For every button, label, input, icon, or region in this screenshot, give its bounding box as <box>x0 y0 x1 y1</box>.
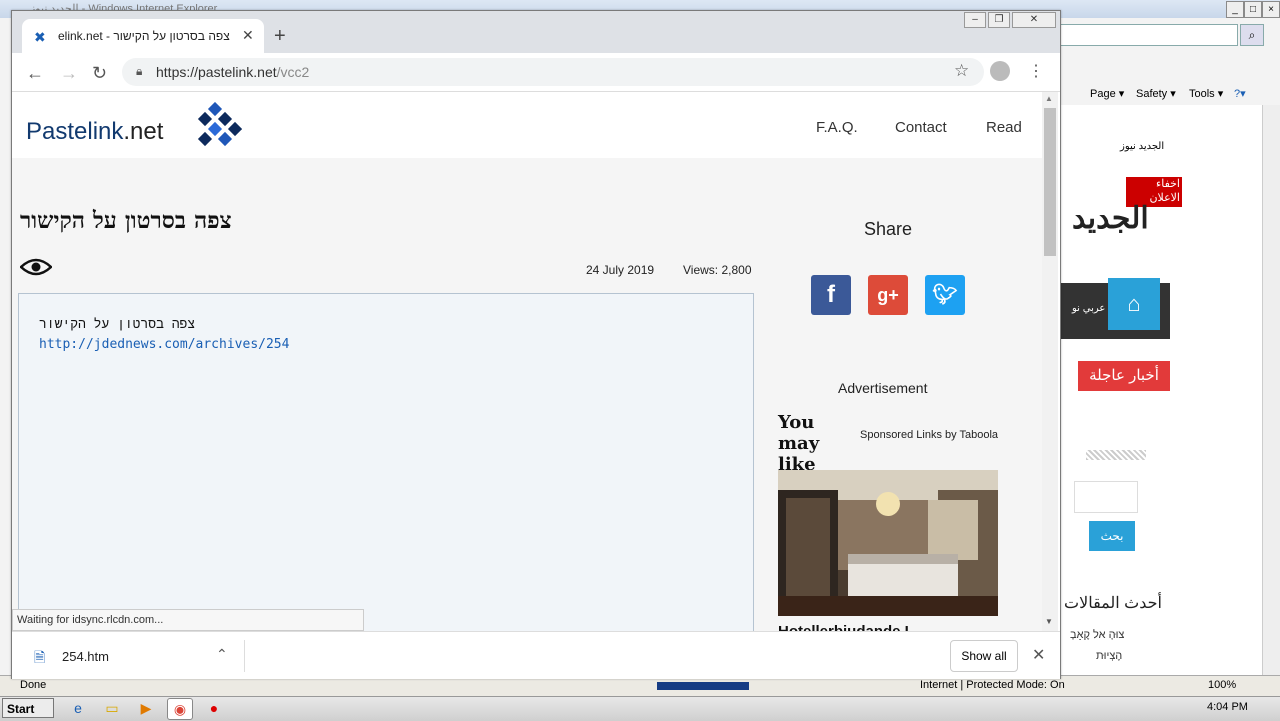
paste-title: צפה בסרטון על הקישור <box>20 207 232 234</box>
ie-article-line[interactable]: צוּהָ אל קֶאָבָ <box>1070 629 1124 641</box>
url-text[interactable]: https://pastelink.net/vcc2 <box>156 64 309 80</box>
url-host: https://pastelink.net <box>156 64 277 80</box>
ie-site-name: الجديد نيوز <box>1120 141 1165 152</box>
ie-search-input[interactable] <box>1060 24 1238 46</box>
ie-maximize-button[interactable]: □ <box>1244 1 1262 18</box>
shelf-divider <box>244 640 245 672</box>
status-bubble: Waiting for idsync.rlcdn.com... <box>12 609 364 631</box>
ie-search-icon[interactable]: ⌕ <box>1240 24 1264 46</box>
ie-command-bar: Page ▾ Safety ▾ Tools ▾ ?▾ <box>1060 84 1280 104</box>
home-icon[interactable]: ⌂ <box>1108 278 1160 330</box>
paste-date: 24 July 2019 <box>586 263 655 277</box>
chrome-toolbar: ← → ↻ 🔒︎ https://pastelink.net/vcc2 ☆ <box>12 53 1060 92</box>
logo-word: Pastelink <box>26 118 124 145</box>
advertisement-label: Advertisement <box>838 380 928 396</box>
warning-taskbar-icon[interactable]: ● <box>202 698 226 718</box>
nav-faq-link[interactable]: F.A.Q. <box>816 119 858 136</box>
tab-title: elink.net - צפה בסרטון על הקישור <box>58 29 230 43</box>
ie-site-search-button[interactable]: بحث <box>1089 521 1135 551</box>
scroll-down-icon[interactable]: ▼ <box>1045 617 1053 626</box>
ie-breaking-news: أخبار عاجلة <box>1078 361 1170 391</box>
chrome-tabstrip: ✖ elink.net - צפה בסרטון על הקישור ✕ + –… <box>12 11 1060 53</box>
lock-icon[interactable]: 🔒︎ <box>136 64 142 79</box>
chrome-window: ✖ elink.net - צפה בסרטון על הקישור ✕ + –… <box>11 10 1061 679</box>
paste-text-line: צפה בסרטון על הקישור <box>39 317 196 332</box>
start-button[interactable]: Start <box>2 698 54 718</box>
logo-tld: .net <box>123 118 164 145</box>
chrome-close-button[interactable]: ✕ <box>1012 12 1056 28</box>
taboola-label[interactable]: Sponsored Links by Taboola <box>860 429 998 441</box>
profile-avatar-icon[interactable] <box>990 61 1010 81</box>
chrome-taskbar-icon[interactable]: ◉ <box>167 698 193 720</box>
close-icon[interactable]: ✕ <box>1032 645 1045 665</box>
media-taskbar-icon[interactable]: ▶ <box>134 698 158 718</box>
facebook-share-icon[interactable]: f <box>811 275 851 315</box>
file-icon: 🗎︎ <box>34 649 46 665</box>
you-may-like-heading: You may like <box>778 412 820 475</box>
download-shelf: 🗎︎ 254.htm ⌃ Show all ✕ <box>12 631 1060 679</box>
new-tab-icon[interactable]: + <box>274 25 286 48</box>
paste-content: צפה בסרטון על הקישור http://jdednews.com… <box>18 293 754 632</box>
tab-pastelink[interactable]: ✖ elink.net - צפה בסרטון על הקישור ✕ <box>22 19 264 53</box>
ad-bedroom-image[interactable] <box>778 470 998 616</box>
chrome-menu-icon[interactable]: ⋮ <box>1028 61 1044 81</box>
paste-link[interactable]: http://jdednews.com/archives/254 <box>39 337 289 352</box>
ie-zone-text: Internet | Protected Mode: On <box>920 679 1065 691</box>
pastelink-logo-icon[interactable] <box>192 102 242 152</box>
ie-zoom[interactable]: 100% <box>1208 679 1236 691</box>
ie-tools-menu[interactable]: Tools ▾ <box>1189 87 1223 100</box>
site-header: Pastelink.net F.A.Q. Contact Read <box>12 92 1042 158</box>
ie-nav-bar: عربي نو ⌂ <box>1060 278 1170 339</box>
ie-safety-menu[interactable]: Safety ▾ <box>1136 87 1176 100</box>
eye-icon <box>20 258 52 276</box>
web-page: Pastelink.net F.A.Q. Contact Read צפה בס… <box>12 92 1042 632</box>
chevron-up-icon[interactable]: ⌃ <box>216 646 228 663</box>
reload-icon[interactable]: ↻ <box>92 63 107 84</box>
bookmark-star-icon[interactable]: ☆ <box>954 61 969 81</box>
forward-icon[interactable]: → <box>60 63 78 84</box>
paste-views: Views: 2,800 <box>683 263 752 277</box>
ie-article-line-2[interactable]: הֶצְיוּת <box>1096 650 1122 662</box>
show-all-button[interactable]: Show all <box>950 640 1018 672</box>
folder-taskbar-icon[interactable]: ▭ <box>100 698 124 718</box>
tab-close-icon[interactable]: ✕ <box>242 27 254 44</box>
google-plus-share-icon[interactable]: g+ <box>868 275 908 315</box>
scroll-up-icon[interactable]: ▲ <box>1045 94 1053 103</box>
ie-status-text: Done <box>20 679 47 691</box>
ie-page-menu[interactable]: Page ▾ <box>1090 87 1124 100</box>
ie-taskbar-icon[interactable]: e <box>66 698 90 718</box>
back-icon[interactable]: ← <box>26 63 44 84</box>
chrome-minimize-button[interactable]: – <box>964 12 986 28</box>
ie-site-search-input[interactable] <box>1074 481 1138 513</box>
chrome-restore-button[interactable]: ❐ <box>988 12 1010 28</box>
site-logo-text[interactable]: Pastelink.net <box>26 118 163 146</box>
download-filename[interactable]: 254.htm <box>62 649 109 664</box>
nav-read-link[interactable]: Read <box>986 119 1022 136</box>
ie-latest-heading: أحدث المقالات <box>1064 595 1162 612</box>
page-scrollbar-thumb[interactable] <box>1044 108 1056 256</box>
clock[interactable]: 4:04 PM <box>1207 701 1248 713</box>
url-path: /vcc2 <box>276 64 310 80</box>
ie-help-menu[interactable]: ?▾ <box>1234 87 1246 100</box>
ie-minimize-button[interactable]: _ <box>1226 1 1244 18</box>
ie-scrollbar[interactable] <box>1262 105 1280 675</box>
twitter-share-icon[interactable]: 🐦︎ <box>925 275 965 315</box>
ie-close-button[interactable]: × <box>1262 1 1280 18</box>
ie-site-logo: الجديد <box>1072 202 1149 235</box>
nav-contact-link[interactable]: Contact <box>895 119 947 136</box>
ie-progress-bar <box>657 682 749 690</box>
address-bar[interactable]: 🔒︎ https://pastelink.net/vcc2 ☆ <box>122 58 984 86</box>
ie-page-content: الجديد نيوز اخفاء الاعلان Hide Ads الجدي… <box>1060 105 1274 675</box>
share-heading: Share <box>864 219 913 239</box>
ie-divider <box>1086 450 1146 460</box>
ie-nav-text[interactable]: عربي نو <box>1072 303 1105 314</box>
pastelink-favicon-icon: ✖ <box>34 29 46 45</box>
